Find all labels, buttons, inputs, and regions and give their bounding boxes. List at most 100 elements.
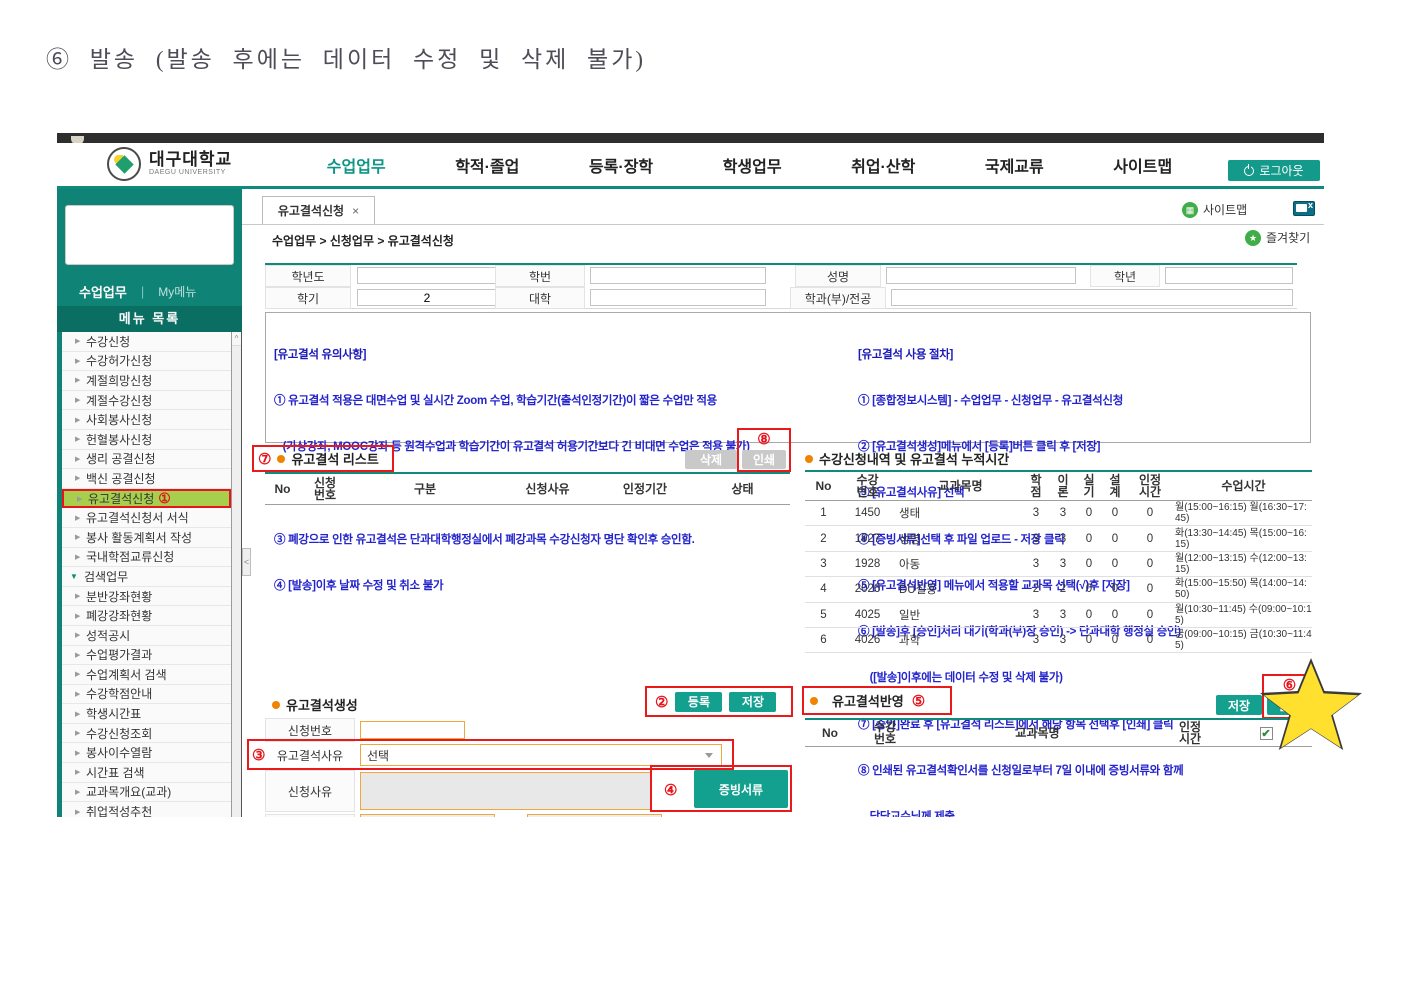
- col-reason: 신청사유: [500, 474, 595, 504]
- nav-sitemap[interactable]: 사이트맵: [1113, 153, 1172, 177]
- sidebar-item-vaccine-absence[interactable]: ▶백신 공결신청: [62, 469, 231, 489]
- dept-input[interactable]: [891, 289, 1293, 306]
- arrow-icon: ▶: [75, 808, 80, 816]
- page-tab[interactable]: 유고결석신청 ×: [262, 196, 375, 224]
- arrow-icon: ▶: [75, 749, 80, 757]
- period-start-input[interactable]: [360, 814, 495, 817]
- sidebar-tab-coursework[interactable]: 수업업무: [79, 282, 127, 301]
- sidebar-item-menstrual-absence[interactable]: ▶생리 공결신청: [62, 450, 231, 470]
- save-button[interactable]: 저장: [729, 692, 776, 712]
- sidebar-item-closed-courses[interactable]: ▶폐강강좌현황: [62, 606, 231, 626]
- arrow-icon: ▶: [75, 612, 80, 620]
- reason-input[interactable]: [360, 772, 652, 810]
- apply-save-button[interactable]: 저장: [1216, 695, 1262, 715]
- annotation-7: ⑦: [258, 450, 271, 468]
- sidebar-item-blood-service[interactable]: ▶헌혈봉사신청: [62, 430, 231, 450]
- sidebar-scrollbar[interactable]: ^: [232, 332, 242, 817]
- col-period: 인정기간: [595, 474, 695, 504]
- sidebar-item-timetable-search[interactable]: ▶시간표 검색: [62, 763, 231, 783]
- request-no-input[interactable]: [360, 721, 465, 739]
- student-id-input[interactable]: [590, 267, 766, 284]
- semester-label: 학기: [265, 287, 351, 309]
- select-all-checkbox[interactable]: ✔: [1260, 727, 1273, 740]
- nav-student-affairs[interactable]: 학생업무: [723, 153, 782, 177]
- arrow-icon: ▶: [75, 376, 80, 384]
- table-row[interactable]: 21927생명33000화(13:30~14:45) 목(15:00~16:15…: [805, 526, 1312, 551]
- sidebar-item-service-plan[interactable]: ▶봉사 활동계획서 작성: [62, 528, 231, 548]
- col-course-no: 수강 번호: [842, 472, 893, 500]
- sidebar-item-sugang-permit[interactable]: ▶수강허가신청: [62, 352, 231, 372]
- sidebar-item-grade-posting[interactable]: ▶성적공시: [62, 626, 231, 646]
- period-end-input[interactable]: [527, 814, 662, 817]
- table-row[interactable]: 31928아동33000월(12:00~13:15) 수(12:00~13:15…: [805, 552, 1312, 577]
- sidebar-item-absence-form[interactable]: ▶유고결석신청서 서식: [62, 508, 231, 528]
- sidebar-item-seasonal-sugang[interactable]: ▶계절수강신청: [62, 391, 231, 411]
- sidebar-item-eval-results[interactable]: ▶수업평가결과: [62, 646, 231, 666]
- student-info-form: 학년도 학번 성명 학년 학기 대학 학과(부)/전공: [265, 263, 1297, 309]
- col-course-no: 수강 번호: [855, 720, 915, 746]
- apply-title-annotation-box: 유고결석반영 ⑤: [802, 686, 952, 715]
- nav-international[interactable]: 국제교류: [985, 153, 1044, 177]
- nav-employment[interactable]: 취업·산학: [851, 153, 915, 177]
- period-label: 인정기간: [265, 814, 355, 817]
- sidebar-section-search[interactable]: ▼검색업무: [62, 567, 231, 587]
- grade-input[interactable]: [1165, 267, 1293, 284]
- reason-type-select[interactable]: 선택: [360, 744, 722, 766]
- arrow-icon: ▶: [75, 435, 80, 443]
- sidebar-item-seasonal-hope[interactable]: ▶계절희망신청: [62, 371, 231, 391]
- arrow-icon: ▶: [75, 474, 80, 482]
- scroll-up-icon[interactable]: ^: [232, 332, 241, 346]
- sidebar-collapse-handle[interactable]: <: [242, 548, 251, 576]
- bullet-icon: [277, 455, 285, 463]
- college-input[interactable]: [590, 289, 766, 306]
- bullet-icon: [272, 701, 280, 709]
- chevron-down-icon: ▼: [70, 572, 78, 581]
- logout-button[interactable]: 로그아웃: [1228, 160, 1320, 181]
- menu-list-title: 메뉴 목록: [57, 306, 242, 332]
- sitemap-link[interactable]: ▦ 사이트맵: [1182, 201, 1247, 218]
- sidebar-item-course-outline[interactable]: ▶교과목개요(교과): [62, 783, 231, 803]
- nav-registration-scholarship[interactable]: 등록·장학: [589, 153, 653, 177]
- table-row[interactable]: 11450생태33000월(15:00~16:15) 월(16:30~17:45…: [805, 501, 1312, 526]
- global-nav: 수업업무 학적·졸업 등록·장학 학생업무 취업·산학 국제교류 사이트맵: [292, 143, 1207, 186]
- col-hours: 인정 시간: [1160, 720, 1220, 746]
- site-header: 대구대학교 DAEGU UNIVERSITY 수업업무 학적·졸업 등록·장학 …: [57, 143, 1324, 186]
- close-all-windows-icon[interactable]: [1293, 201, 1315, 216]
- year-input[interactable]: [357, 267, 497, 284]
- name-input[interactable]: [886, 267, 1076, 284]
- university-logo[interactable]: 대구대학교 DAEGU UNIVERSITY: [107, 147, 232, 181]
- annotation-4: ④: [664, 781, 677, 799]
- nav-records-graduation[interactable]: 학적·졸업: [455, 153, 519, 177]
- arrow-icon: ▶: [75, 416, 80, 424]
- star-icon: ★: [1245, 230, 1261, 246]
- sidebar-tab-mymenu[interactable]: My메뉴: [158, 283, 196, 300]
- favorites-link[interactable]: ★ 즐겨찾기: [1245, 229, 1310, 246]
- absence-list-table: No 신청 번호 구분 신청사유 인정기간 상태: [265, 472, 790, 505]
- sidebar-item-domestic-credit[interactable]: ▶국내학점교류신청: [62, 548, 231, 568]
- table-row[interactable]: 64026과학33000금(09:00~10:15) 금(10:30~11:45…: [805, 628, 1312, 653]
- create-buttons-annotation-box: ② 등록 저장: [645, 686, 793, 717]
- arrow-icon: ▶: [75, 357, 80, 365]
- sidebar-item-service-record[interactable]: ▶봉사이수열람: [62, 743, 231, 763]
- sidebar-item-sugang-lookup[interactable]: ▶수강신청조회: [62, 724, 231, 744]
- tab-close-icon[interactable]: ×: [352, 204, 359, 218]
- arrow-icon: ▶: [75, 729, 80, 737]
- semester-input[interactable]: [357, 289, 497, 306]
- year-label: 학년도: [265, 265, 351, 287]
- sidebar-item-class-sections[interactable]: ▶분반강좌현황: [62, 587, 231, 607]
- register-button[interactable]: 등록: [675, 692, 722, 712]
- table-row[interactable]: 42026DU실용22000화(15:00~15:50) 목(14:00~14:…: [805, 577, 1312, 602]
- table-row[interactable]: 54025일반33000월(10:30~11:45) 수(09:00~10:15…: [805, 603, 1312, 628]
- sidebar-item-sugang[interactable]: ▶수강신청: [62, 332, 231, 352]
- sidebar-item-student-timetable[interactable]: ▶학생시간표: [62, 704, 231, 724]
- sidebar-item-excused-absence[interactable]: ▶유고결석신청①: [62, 489, 231, 509]
- delete-button[interactable]: 삭제: [685, 450, 737, 469]
- arrow-icon: ▶: [75, 396, 80, 404]
- attachment-button[interactable]: 증빙서류: [694, 770, 788, 808]
- grade-label: 학년: [1090, 265, 1160, 287]
- sidebar-item-aptitude[interactable]: ▶취업적성추천: [62, 802, 231, 817]
- sidebar-item-syllabus-search[interactable]: ▶수업계획서 검색: [62, 665, 231, 685]
- nav-course-work[interactable]: 수업업무: [327, 153, 386, 177]
- sidebar-item-credit-guide[interactable]: ▶수강학점안내: [62, 685, 231, 705]
- sidebar-item-social-service[interactable]: ▶사회봉사신청: [62, 410, 231, 430]
